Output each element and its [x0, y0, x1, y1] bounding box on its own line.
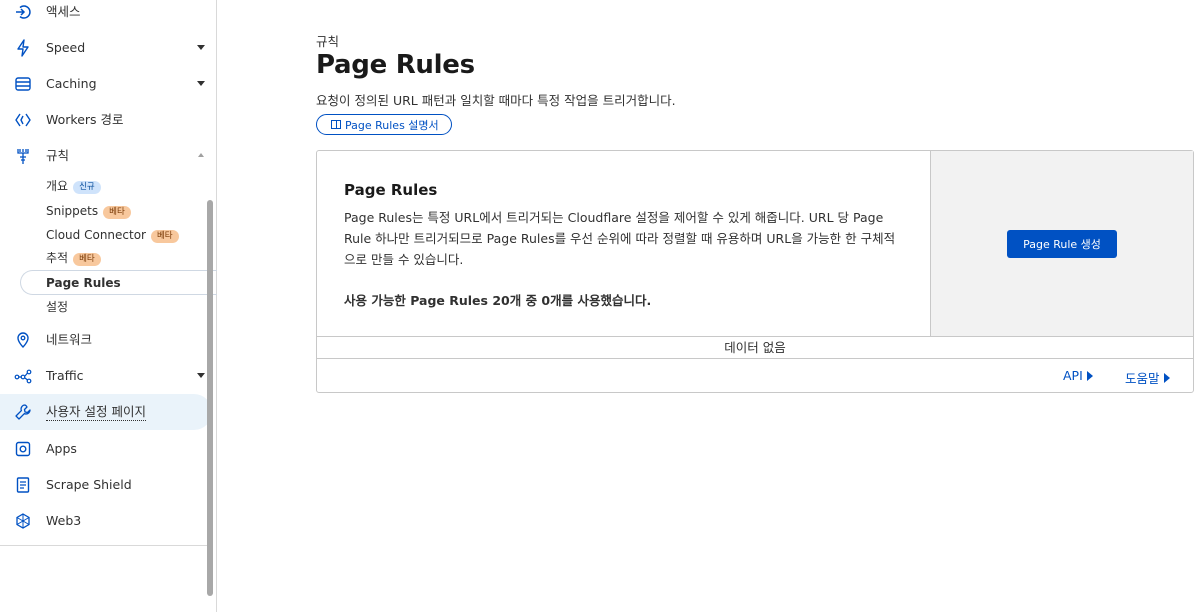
sidebar-item-traffic[interactable]: Traffic: [0, 360, 212, 392]
sidebar-item-caching[interactable]: Caching: [0, 68, 212, 100]
chevron-down-icon[interactable]: [197, 373, 205, 378]
book-icon: [331, 120, 341, 129]
chevron-up-icon[interactable]: [198, 153, 204, 157]
card-heading: Page Rules: [344, 181, 438, 199]
sidebar-subitem-label: Page Rules: [46, 276, 121, 290]
sidebar-scrollbar[interactable]: [207, 200, 213, 596]
sidebar-item-access[interactable]: 액세스: [0, 0, 212, 28]
sidebar-item-label: Speed: [46, 40, 86, 55]
documentation-link[interactable]: Page Rules 설명서: [316, 114, 452, 135]
sidebar-item-label: Scrape Shield: [46, 477, 132, 492]
wrench-icon: [15, 404, 31, 420]
sidebar-subitem-trace[interactable]: 추적 베타: [46, 250, 101, 266]
sidebar-item-label: Apps: [46, 441, 77, 456]
help-link-label: 도움말: [1125, 371, 1160, 386]
rules-icon: [17, 149, 29, 164]
sidebar-item-apps[interactable]: Apps: [0, 433, 212, 465]
sidebar-subitem-page-rules[interactable]: Page Rules: [46, 275, 121, 291]
sidebar-item-web3[interactable]: Web3: [0, 505, 212, 537]
page-title: Page Rules: [316, 50, 475, 80]
breadcrumb: 규칙: [316, 34, 340, 49]
no-data-row: 데이터 없음: [317, 337, 1193, 359]
sidebar-item-custom-pages[interactable]: 사용자 설정 페이지: [0, 394, 212, 430]
sidebar-subitem-label: Snippets: [46, 204, 99, 218]
beta-badge: 베타: [103, 206, 131, 219]
chevron-down-icon[interactable]: [197, 81, 205, 86]
caching-icon: [15, 77, 31, 91]
page-description: 요청이 정의된 URL 패턴과 일치할 때마다 특정 작업을 트리거합니다.: [316, 93, 676, 108]
sidebar-item-scrape-shield[interactable]: Scrape Shield: [0, 469, 212, 501]
sidebar-subitem-overview[interactable]: 개요 신규: [46, 178, 101, 194]
workers-icon: [15, 113, 31, 127]
beta-badge: 베타: [150, 230, 179, 243]
sidebar-subitem-label: 추적: [46, 251, 69, 265]
traffic-icon: [14, 369, 32, 384]
access-icon: [16, 5, 31, 19]
sidebar-item-label: Caching: [46, 76, 97, 91]
sidebar-item-rules[interactable]: 규칙: [0, 140, 212, 172]
sidebar-item-network[interactable]: 네트워크: [0, 324, 212, 356]
card-info-panel: Page Rules Page Rules는 특정 URL에서 트리거되는 Cl…: [317, 151, 931, 337]
sidebar: 액세스 Speed Caching Workers 경로 규칙 개요 신규 Sni…: [0, 0, 217, 612]
beta-badge: 베타: [73, 253, 101, 266]
card-description: Page Rules는 특정 URL에서 트리거되는 Cloudflare 설정…: [344, 210, 896, 267]
web3-icon: [16, 513, 30, 529]
page-rules-card: Page Rules Page Rules는 특정 URL에서 트리거되는 Cl…: [316, 150, 1194, 393]
lightning-icon: [17, 39, 29, 57]
sidebar-item-label: Traffic: [46, 368, 84, 383]
sidebar-item-label: 사용자 설정 페이지: [46, 404, 146, 421]
new-badge: 신규: [73, 181, 101, 194]
document-icon: [16, 477, 30, 493]
documentation-link-label: Page Rules 설명서: [345, 118, 439, 132]
sidebar-subitem-cloud-connector[interactable]: Cloud Connector 베타: [46, 227, 179, 243]
help-link[interactable]: 도움말: [1125, 368, 1170, 387]
sidebar-subitem-settings[interactable]: 설정: [46, 299, 68, 315]
sidebar-item-label: Web3: [46, 513, 82, 528]
chevron-down-icon[interactable]: [197, 45, 205, 50]
sidebar-subitem-label: 개요: [46, 179, 69, 193]
usage-text: 사용 가능한 Page Rules 20개 중 0개를 사용했습니다.: [344, 293, 652, 308]
sidebar-item-label: 네트워크: [46, 332, 93, 347]
sidebar-item-label: Workers 경로: [46, 112, 124, 127]
card-action-panel: Page Rule 생성: [931, 151, 1193, 337]
sidebar-item-workers-routes[interactable]: Workers 경로: [0, 104, 212, 136]
api-link[interactable]: API: [1063, 368, 1093, 383]
sidebar-item-label: 액세스: [46, 4, 81, 19]
sidebar-subitem-label: Cloud Connector: [46, 228, 146, 242]
sidebar-divider: [0, 545, 211, 546]
sidebar-subitem-label: 설정: [46, 300, 69, 314]
caret-right-icon: [1086, 370, 1093, 381]
api-link-label: API: [1063, 368, 1083, 383]
create-page-rule-button[interactable]: Page Rule 생성: [1007, 230, 1117, 258]
sidebar-item-label: 규칙: [46, 148, 70, 163]
caret-right-icon: [1163, 372, 1170, 383]
location-pin-icon: [17, 332, 29, 348]
sidebar-item-speed[interactable]: Speed: [0, 32, 212, 64]
sidebar-subitem-snippets[interactable]: Snippets 베타: [46, 203, 131, 219]
apps-icon: [15, 441, 31, 457]
